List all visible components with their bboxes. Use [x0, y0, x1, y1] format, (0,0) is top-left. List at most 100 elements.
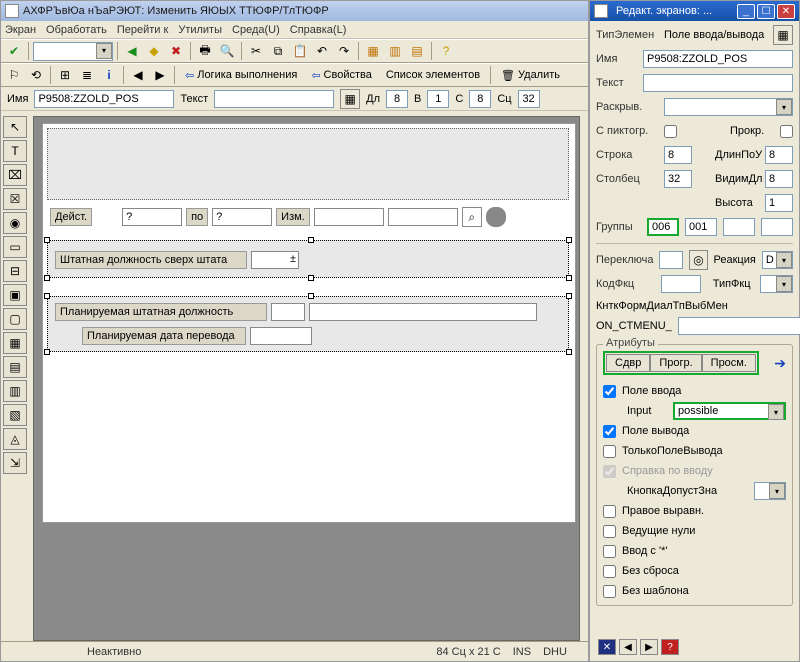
- info-icon[interactable]: i: [99, 65, 119, 85]
- spiktogr-check[interactable]: [664, 125, 677, 138]
- input-star-check[interactable]: [603, 545, 616, 558]
- subscreen-tool[interactable]: ▢: [3, 308, 27, 330]
- layout3-icon[interactable]: ▤: [407, 41, 427, 61]
- copy-icon[interactable]: ⧉: [268, 41, 288, 61]
- back-icon[interactable]: ◀: [122, 41, 142, 61]
- vidimdl-field[interactable]: [765, 170, 793, 188]
- minimize-button[interactable]: _: [737, 4, 755, 19]
- elements-list-button[interactable]: Список элементов: [380, 65, 486, 85]
- radio-tool[interactable]: ◉: [3, 212, 27, 234]
- custom-tool[interactable]: ▤: [3, 356, 27, 378]
- design-canvas[interactable]: Дейст. ? по ? Изм. ⌕ Штатная: [42, 123, 576, 523]
- menu-goto[interactable]: Перейти к: [117, 24, 168, 36]
- tipfkc-select[interactable]: ▾: [760, 275, 793, 293]
- group1-field[interactable]: [647, 218, 679, 236]
- right-align-check[interactable]: [603, 505, 616, 518]
- reakcia-select[interactable]: D▾: [762, 251, 793, 269]
- checkbox-tool[interactable]: ☒: [3, 188, 27, 210]
- arrow-right-icon[interactable]: ➔: [774, 355, 786, 372]
- tabstrip-tool[interactable]: ⊟: [3, 260, 27, 282]
- izm2-input[interactable]: [388, 208, 458, 226]
- search-help-icon[interactable]: ⌕: [462, 207, 482, 227]
- from-input[interactable]: ?: [122, 208, 182, 226]
- icon-tool[interactable]: ◬: [3, 428, 27, 450]
- find-icon[interactable]: 🔍: [217, 41, 237, 61]
- layout1-icon[interactable]: ▦: [363, 41, 383, 61]
- group4-field[interactable]: [761, 218, 793, 236]
- list2-icon[interactable]: ≣: [77, 65, 97, 85]
- sc-field[interactable]: [518, 90, 540, 108]
- vysota-field[interactable]: [765, 194, 793, 212]
- leading-zeros-check[interactable]: [603, 525, 616, 538]
- pointer-tool[interactable]: ↖: [3, 116, 27, 138]
- input-field-check[interactable]: [603, 385, 616, 398]
- planned-position-input2[interactable]: [309, 303, 537, 321]
- oncm-field[interactable]: [678, 317, 800, 335]
- close-button[interactable]: ✕: [777, 4, 795, 19]
- izm1-input[interactable]: [314, 208, 384, 226]
- planned-date-input[interactable]: [250, 327, 312, 345]
- menu-help[interactable]: Справка(L): [290, 24, 347, 36]
- paste-icon[interactable]: 📋: [290, 41, 310, 61]
- exit-icon[interactable]: ◆: [144, 41, 164, 61]
- nav-next-icon[interactable]: ▶: [640, 639, 658, 655]
- maximize-button[interactable]: ☐: [757, 4, 775, 19]
- tab-cdvr[interactable]: Сдвр: [606, 354, 650, 372]
- group2-field[interactable]: [685, 218, 717, 236]
- main-menu[interactable]: Экран Обработать Перейти к Утилиты Среда…: [1, 21, 588, 39]
- text-tool[interactable]: T: [3, 140, 27, 162]
- table-tool[interactable]: ▦: [3, 332, 27, 354]
- undo-icon[interactable]: ↶: [312, 41, 332, 61]
- switch-helper-icon[interactable]: ◎: [689, 250, 707, 270]
- dl-field[interactable]: [386, 90, 408, 108]
- only-output-check[interactable]: [603, 445, 616, 458]
- grid-tool[interactable]: ▥: [3, 380, 27, 402]
- command-select[interactable]: ▾: [33, 42, 113, 61]
- round-button-icon[interactable]: [486, 207, 506, 227]
- planned-position-input1[interactable]: [271, 303, 305, 321]
- properties-button[interactable]: ⇦Свойства: [305, 65, 378, 85]
- allow-button-select[interactable]: ▾: [754, 482, 786, 500]
- menu-screen[interactable]: Экран: [5, 24, 36, 36]
- exec-logic-button[interactable]: ⇦Логика выполнения: [179, 65, 303, 85]
- drag-tool[interactable]: ⇲: [3, 452, 27, 474]
- button-tool[interactable]: ▭: [3, 236, 27, 258]
- menu-env[interactable]: Среда(U): [232, 24, 280, 36]
- text-field[interactable]: [214, 90, 334, 108]
- menu-edit[interactable]: Обработать: [46, 24, 107, 36]
- ok-check-icon[interactable]: ✔: [4, 41, 24, 61]
- kodfkc-field[interactable]: [661, 275, 701, 293]
- no-reset-check[interactable]: [603, 565, 616, 578]
- delete-button[interactable]: 🗑Удалить: [495, 65, 566, 85]
- switch-field[interactable]: [659, 251, 683, 269]
- wand-icon[interactable]: ⚐: [4, 65, 24, 85]
- nav-help-icon[interactable]: ?: [661, 639, 679, 655]
- position-over-input[interactable]: ±: [251, 251, 299, 269]
- nav-prev-icon[interactable]: ◀: [619, 639, 637, 655]
- name-field[interactable]: [34, 90, 174, 108]
- tree-icon[interactable]: ⊞: [55, 65, 75, 85]
- group3-field[interactable]: [723, 218, 755, 236]
- next-icon[interactable]: ▶: [150, 65, 170, 85]
- text-helper-button[interactable]: ▦: [340, 89, 360, 109]
- cut-icon[interactable]: ✂: [246, 41, 266, 61]
- raskryv-select[interactable]: ▾: [664, 98, 793, 116]
- v-field[interactable]: [427, 90, 449, 108]
- nav-close-icon[interactable]: ✕: [598, 639, 616, 655]
- output-field-check[interactable]: [603, 425, 616, 438]
- tab-progr[interactable]: Прогр.: [650, 354, 701, 372]
- tab-prosm[interactable]: Просм.: [702, 354, 756, 372]
- print-icon[interactable]: 🖶: [195, 41, 215, 61]
- to-input[interactable]: ?: [212, 208, 272, 226]
- s-field[interactable]: [469, 90, 491, 108]
- help-icon[interactable]: ?: [436, 41, 456, 61]
- type-helper-button[interactable]: ▦: [773, 25, 793, 45]
- props-name-field[interactable]: [643, 50, 793, 68]
- input-tool[interactable]: ⌧: [3, 164, 27, 186]
- stroka-field[interactable]: [664, 146, 692, 164]
- box-tool[interactable]: ▣: [3, 284, 27, 306]
- redo-icon[interactable]: ↷: [334, 41, 354, 61]
- prokr-check[interactable]: [780, 125, 793, 138]
- dlinpou-field[interactable]: [765, 146, 793, 164]
- no-template-check[interactable]: [603, 585, 616, 598]
